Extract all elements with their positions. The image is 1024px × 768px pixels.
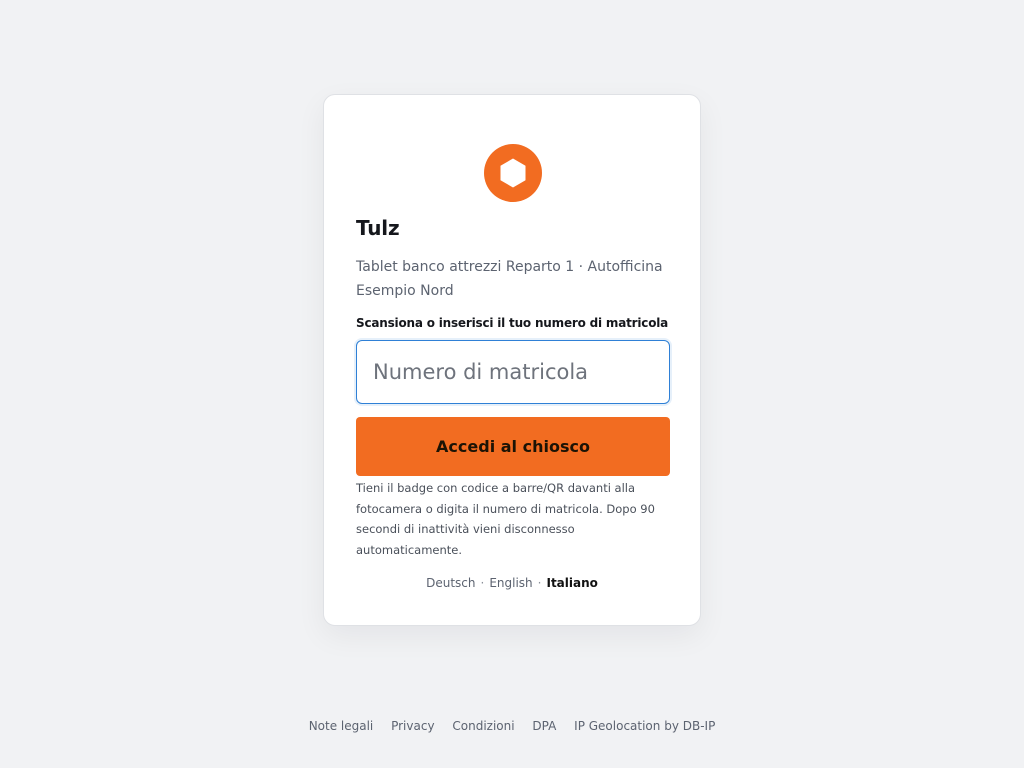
login-card: Tulz Tablet banco attrezzi Reparto 1 · A… — [323, 94, 701, 626]
lang-separator: · — [537, 576, 542, 590]
footer-link-dpa[interactable]: DPA — [532, 719, 556, 733]
lang-deutsch[interactable]: Deutsch — [426, 576, 475, 590]
lang-english[interactable]: English — [489, 576, 532, 590]
footer-link-note-legali[interactable]: Note legali — [309, 719, 374, 733]
footer-link-privacy[interactable]: Privacy — [391, 719, 434, 733]
kiosk-subtitle: Tablet banco attrezzi Reparto 1 · Autoff… — [356, 259, 663, 299]
lang-separator: · — [480, 576, 485, 590]
help-text: Tieni il badge con codice a barre/QR dav… — [356, 481, 655, 557]
footer-link-db-ip[interactable]: IP Geolocation by DB-IP — [574, 719, 715, 733]
app-title: Tulz — [356, 216, 400, 240]
matricola-label: Scansiona o inserisci il tuo numero di m… — [356, 316, 669, 330]
matricola-input[interactable] — [356, 340, 670, 404]
page-footer: Note legali Privacy Condizioni DPA IP Ge… — [0, 719, 1024, 733]
login-button[interactable]: Accedi al chiosco — [356, 417, 670, 476]
language-switcher: Deutsch · English · Italiano — [324, 576, 700, 590]
footer-link-condizioni[interactable]: Condizioni — [452, 719, 514, 733]
lang-italiano[interactable]: Italiano — [546, 576, 597, 590]
hexagon-logo-icon — [484, 144, 542, 202]
